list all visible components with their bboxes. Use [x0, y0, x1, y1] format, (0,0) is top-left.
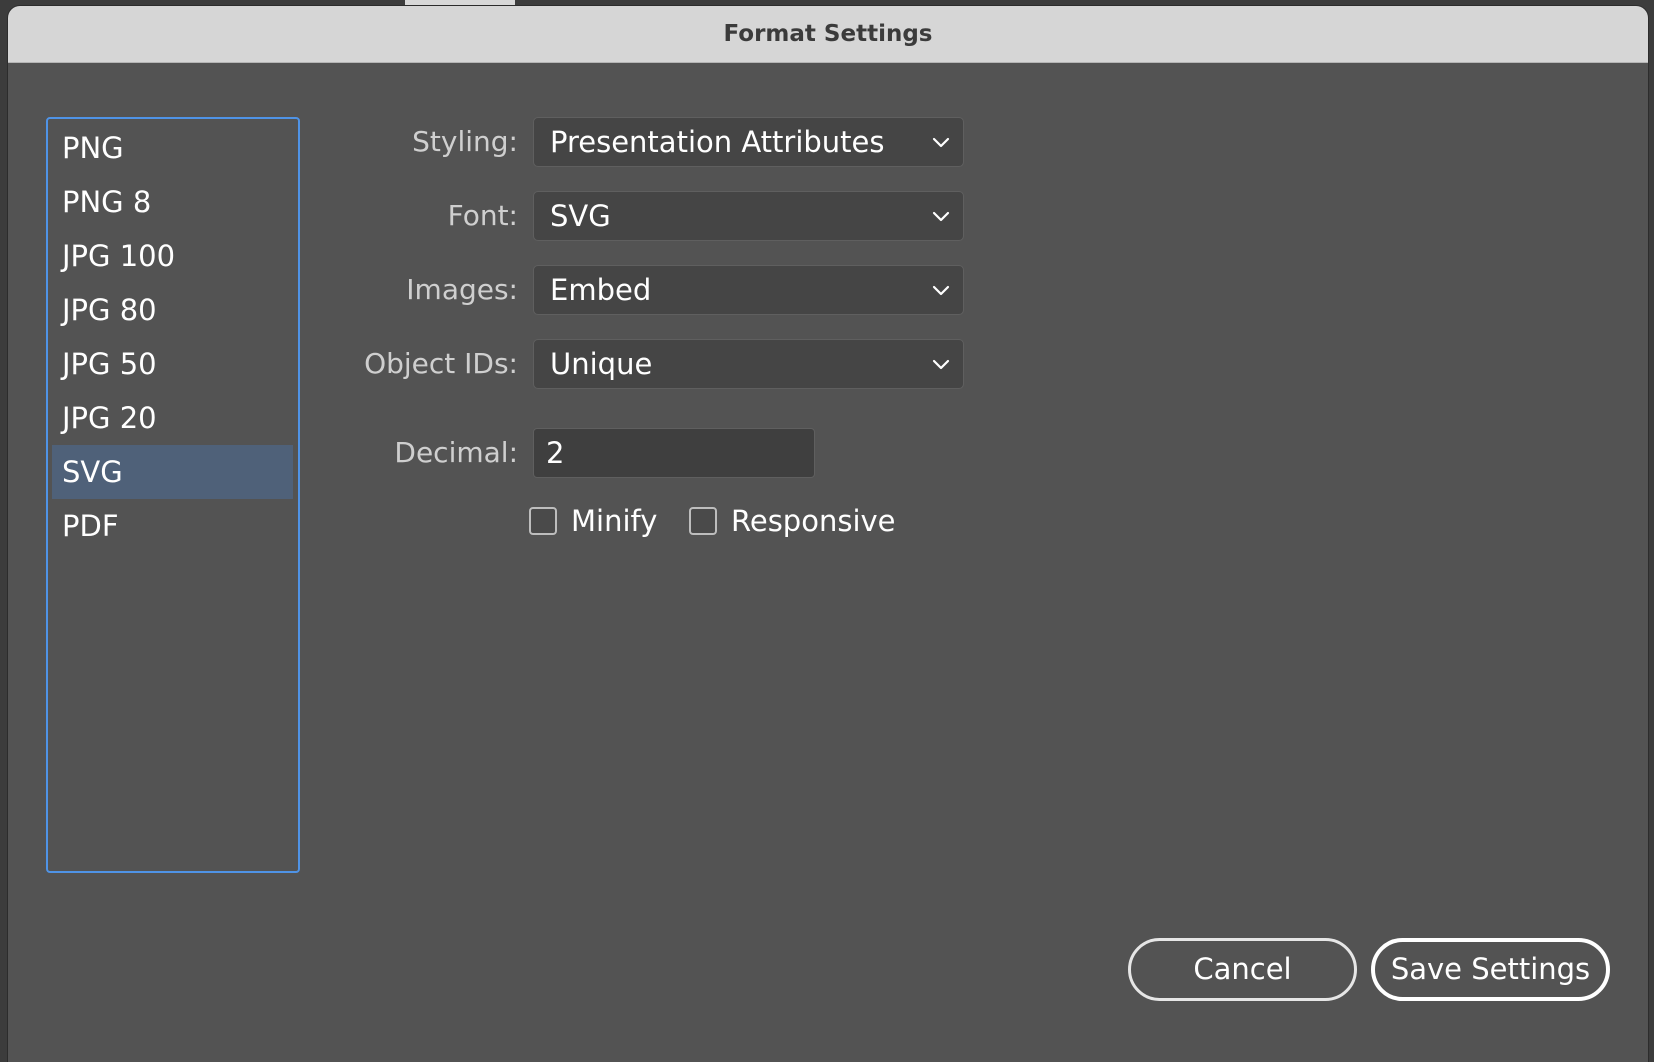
format-item-pdf[interactable]: PDF: [52, 499, 293, 553]
chevron-down-icon: [932, 211, 950, 222]
images-label: Images:: [406, 273, 518, 306]
font-select[interactable]: SVG: [533, 191, 964, 241]
styling-value: Presentation Attributes: [550, 125, 885, 159]
images-value: Embed: [550, 273, 652, 307]
object-ids-label: Object IDs:: [364, 347, 518, 380]
minify-checkbox[interactable]: [529, 507, 557, 535]
decimal-input[interactable]: 2: [533, 428, 815, 478]
chevron-down-icon: [932, 285, 950, 296]
styling-label: Styling:: [412, 125, 518, 158]
decimal-label: Decimal:: [394, 436, 518, 469]
images-select[interactable]: Embed: [533, 265, 964, 315]
dialog-titlebar[interactable]: Format Settings: [8, 6, 1648, 63]
format-settings-dialog: Format Settings PNG PNG 8 JPG 100 JPG 80…: [8, 6, 1648, 1062]
chevron-down-icon: [932, 359, 950, 370]
chevron-down-icon: [932, 137, 950, 148]
responsive-checkbox[interactable]: [689, 507, 717, 535]
responsive-label[interactable]: Responsive: [731, 503, 896, 539]
font-label: Font:: [447, 199, 518, 232]
object-ids-select[interactable]: Unique: [533, 339, 964, 389]
font-value: SVG: [550, 199, 611, 233]
cancel-button[interactable]: Cancel: [1128, 938, 1357, 1001]
minify-label[interactable]: Minify: [571, 503, 657, 539]
save-settings-button[interactable]: Save Settings: [1371, 938, 1610, 1001]
dialog-title: Format Settings: [723, 21, 933, 47]
object-ids-value: Unique: [550, 347, 653, 381]
styling-select[interactable]: Presentation Attributes: [533, 117, 964, 167]
